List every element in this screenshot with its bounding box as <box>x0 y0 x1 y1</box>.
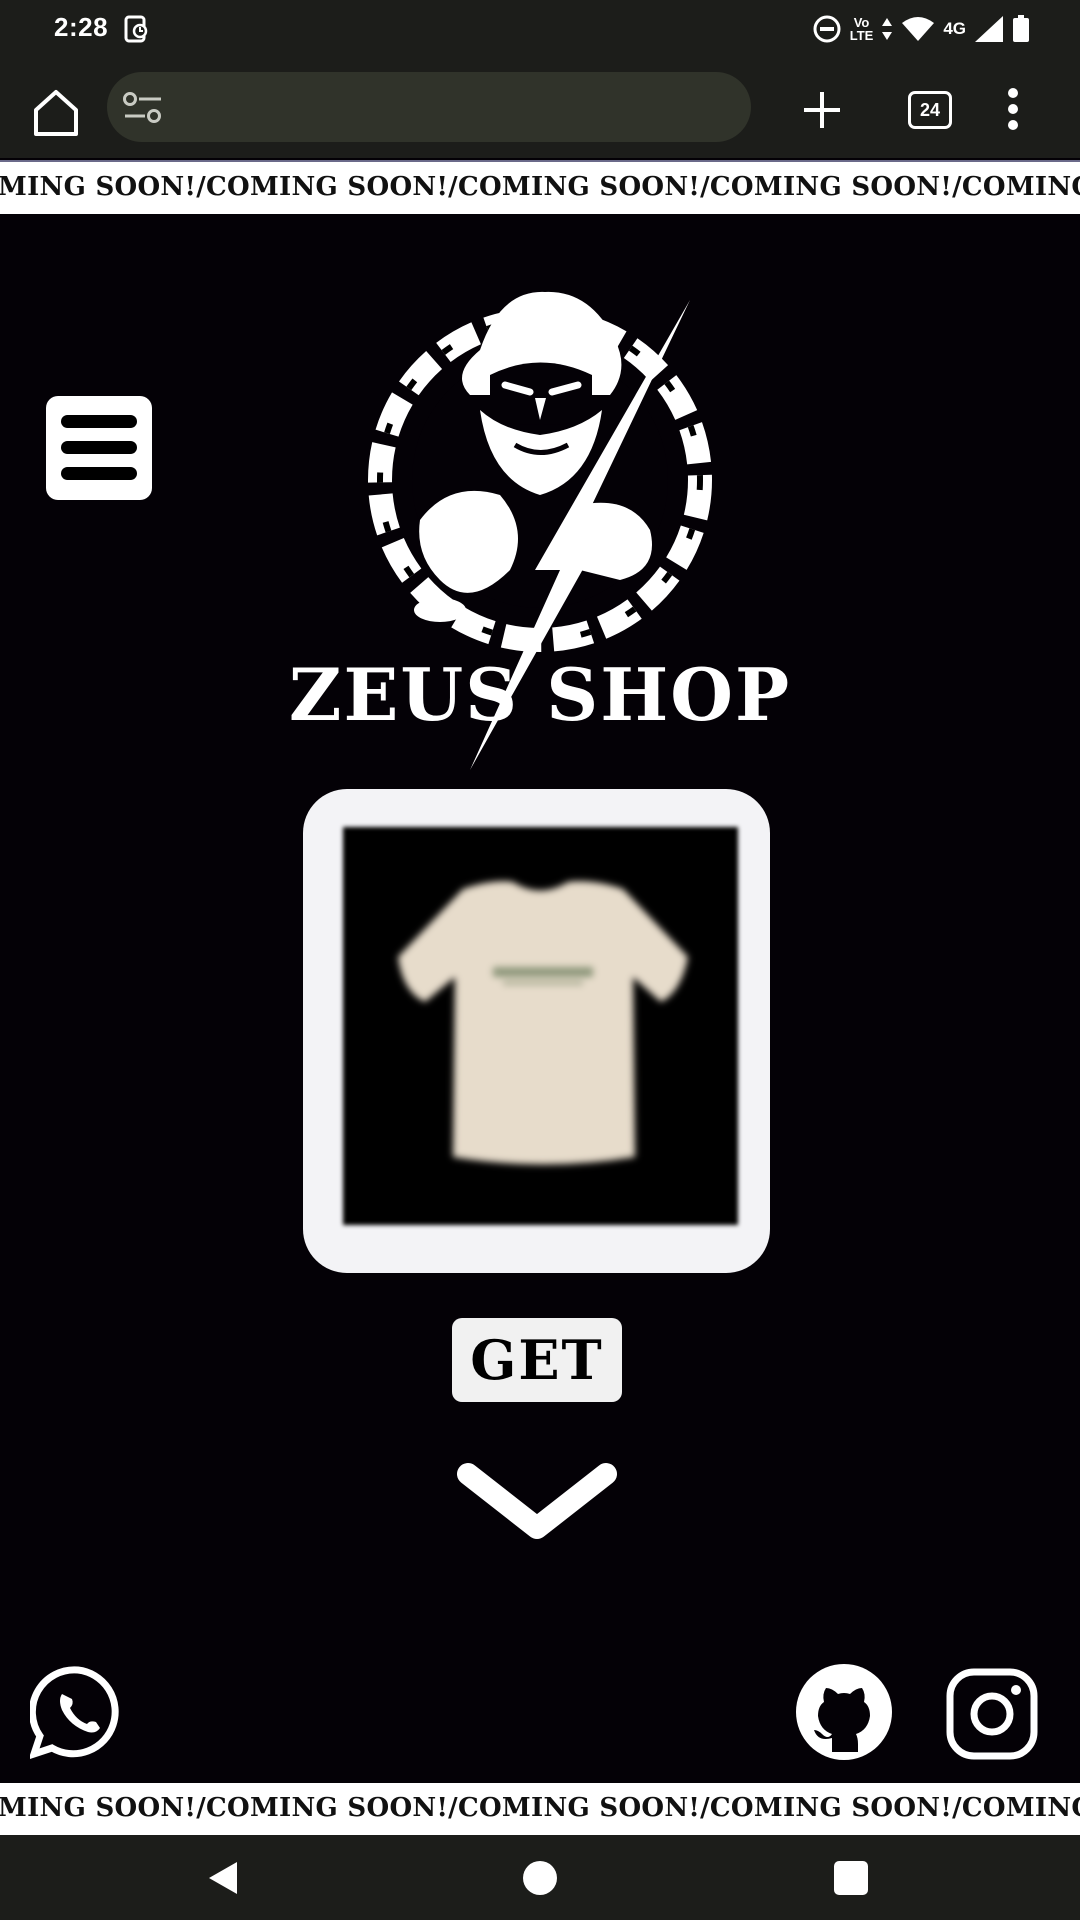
back-icon[interactable] <box>205 1860 241 1896</box>
system-navigation-bar <box>0 1835 1080 1920</box>
status-bar: 2:28 Vo LTE 4G <box>0 0 1080 58</box>
new-tab-icon[interactable] <box>800 88 844 132</box>
menu-bar-line <box>61 415 137 428</box>
coming-soon-marquee-top: MING SOON!/COMING SOON!/COMING SOON!/COM… <box>0 160 1080 214</box>
status-time: 2:28 <box>54 12 109 42</box>
github-icon[interactable] <box>796 1664 892 1760</box>
home-icon[interactable] <box>28 86 84 140</box>
hamburger-menu-button[interactable] <box>46 396 152 500</box>
browser-toolbar: 24 <box>0 58 1080 158</box>
marquee-text: MING SOON!/COMING SOON!/COMING SOON!/COM… <box>0 1793 1080 1823</box>
tab-switcher-button[interactable]: 24 <box>908 91 952 129</box>
tshirt-image <box>398 881 688 1165</box>
more-menu-icon[interactable] <box>1006 86 1020 132</box>
screen-share-icon <box>124 15 148 43</box>
whatsapp-icon[interactable] <box>30 1664 126 1760</box>
battery-icon <box>1013 15 1029 42</box>
volte-line2: LTE <box>849 28 874 43</box>
site-settings-icon[interactable] <box>121 90 165 126</box>
do-not-disturb-icon <box>813 15 841 43</box>
data-arrows-icon <box>882 18 893 40</box>
recents-button[interactable] <box>834 1861 868 1895</box>
instagram-icon[interactable] <box>946 1668 1042 1764</box>
get-button[interactable]: GET <box>452 1318 622 1402</box>
menu-bar-line <box>61 467 137 480</box>
coming-soon-marquee-bottom: MING SOON!/COMING SOON!/COMING SOON!/COM… <box>0 1783 1080 1835</box>
product-card[interactable] <box>303 789 770 1273</box>
status-icons: Vo LTE 4G <box>812 12 1030 46</box>
brand-title: ZEUS SHOP <box>288 652 792 737</box>
address-bar[interactable] <box>107 72 751 142</box>
product-image[interactable] <box>343 827 738 1225</box>
volte-icon: Vo LTE <box>850 16 874 42</box>
signal-icon <box>975 16 1003 42</box>
menu-bar-line <box>61 441 137 454</box>
network-type: 4G <box>943 19 966 38</box>
wifi-icon <box>902 17 935 41</box>
marquee-text: MING SOON!/COMING SOON!/COMING SOON!/COM… <box>0 172 1080 202</box>
chevron-down-icon[interactable] <box>454 1456 620 1540</box>
home-button[interactable] <box>523 1861 557 1895</box>
